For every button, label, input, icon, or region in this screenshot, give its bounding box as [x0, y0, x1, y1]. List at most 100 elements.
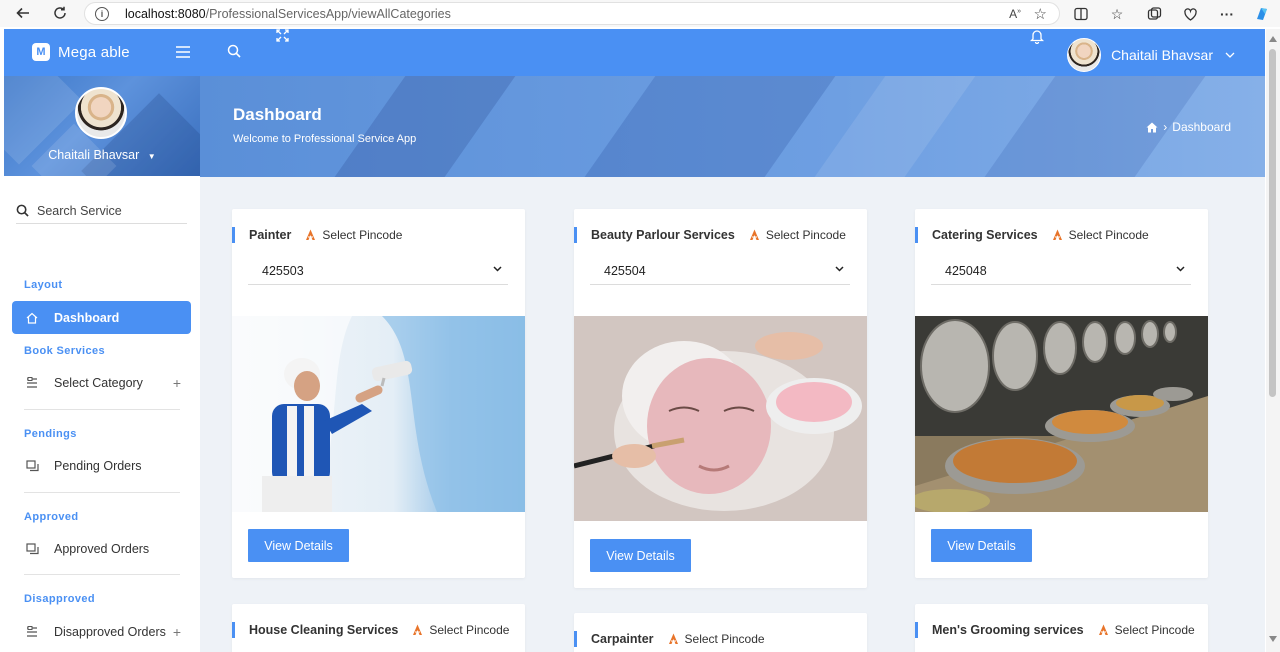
orders-icon: [26, 542, 42, 555]
sidebar-item-label: Approved Orders: [54, 541, 150, 556]
card-header: Men's Grooming services Select Pincode: [915, 622, 1208, 638]
expand-plus-icon[interactable]: +: [173, 375, 181, 391]
collections-icon[interactable]: [1144, 3, 1164, 25]
service-card-mens-grooming: Men's Grooming services Select Pincode: [915, 604, 1208, 652]
service-card-painter: Painter Select Pincode 425503 View Detai…: [232, 209, 525, 578]
divider: [24, 574, 180, 575]
sidebar-item-label: Pending Orders: [54, 458, 142, 473]
copilot-icon[interactable]: [1252, 3, 1272, 25]
search-icon[interactable]: [227, 44, 241, 58]
divider: [24, 492, 180, 493]
sidebar-avatar: [75, 87, 127, 139]
card-header: House Cleaning Services Select Pincode: [232, 622, 525, 638]
sidebar-item-approved-orders[interactable]: Approved Orders: [12, 532, 191, 565]
service-card-beauty-parlour: Beauty Parlour Services Select Pincode 4…: [574, 209, 867, 588]
card-header: Catering Services Select Pincode: [915, 227, 1208, 243]
section-caption-approved: Approved: [24, 511, 79, 523]
url-path: /ProfessionalServicesApp/viewAllCategori…: [205, 6, 451, 21]
list-icon: [26, 625, 42, 638]
sidebar: Chaitali Bhavsar ▼ Search Service Layout…: [4, 76, 200, 652]
pin-icon: [413, 624, 423, 635]
hamburger-menu-icon[interactable]: [176, 46, 190, 58]
view-details-button[interactable]: View Details: [248, 529, 349, 562]
favorites-icon[interactable]: ☆: [1107, 3, 1127, 25]
pincode-select[interactable]: 425504: [590, 257, 850, 285]
chevron-down-icon: [493, 266, 502, 272]
brand-name: Mega able: [58, 43, 130, 61]
sidebar-item-pending-orders[interactable]: Pending Orders: [12, 449, 191, 482]
page-title: Dashboard: [233, 105, 322, 124]
scrollbar-thumb[interactable]: [1269, 49, 1276, 397]
pincode-select[interactable]: 425048: [931, 257, 1191, 285]
more-options-icon[interactable]: ···: [1217, 3, 1237, 25]
refresh-icon[interactable]: [50, 3, 70, 23]
breadcrumb-dashboard[interactable]: Dashboard: [1172, 120, 1231, 134]
brand-logo-icon: M: [32, 43, 50, 61]
user-menu[interactable]: Chaitali Bhavsar: [1067, 38, 1235, 72]
search-service-label: Search Service: [37, 203, 122, 218]
sidebar-item-label: Dashboard: [54, 310, 120, 325]
brand[interactable]: M Mega able: [32, 43, 130, 61]
back-icon[interactable]: [13, 3, 33, 23]
card-title: House Cleaning Services: [249, 623, 399, 637]
address-bar[interactable]: i localhost:8080/ProfessionalServicesApp…: [84, 2, 1060, 25]
select-pincode-label: Select Pincode: [1068, 228, 1149, 242]
sidebar-item-dashboard[interactable]: Dashboard: [12, 301, 191, 334]
card-title: Beauty Parlour Services: [591, 228, 735, 242]
section-caption-layout: Layout: [24, 279, 63, 291]
top-navbar: M Mega able Chaitali Bhavsar: [4, 29, 1265, 76]
pincode-value: 425503: [262, 263, 304, 278]
view-details-button[interactable]: View Details: [590, 539, 691, 572]
select-pincode-label: Select Pincode: [684, 632, 765, 646]
user-name: Chaitali Bhavsar: [1111, 47, 1213, 63]
card-header: Carpainter Select Pincode: [574, 631, 867, 647]
select-pincode-label: Select Pincode: [429, 623, 510, 637]
scroll-down-icon[interactable]: [1269, 636, 1277, 642]
fullscreen-icon[interactable]: [276, 29, 289, 42]
card-title: Painter: [249, 228, 292, 242]
select-pincode-label: Select Pincode: [765, 228, 846, 242]
card-title: Men's Grooming services: [932, 623, 1084, 637]
sidebar-user-name: Chaitali Bhavsar: [48, 148, 140, 162]
split-screen-icon[interactable]: [1072, 3, 1090, 25]
service-card-carpainter: Carpainter Select Pincode: [574, 613, 867, 652]
browser-essentials-icon[interactable]: [1180, 3, 1200, 25]
browser-toolbar: i localhost:8080/ProfessionalServicesApp…: [0, 0, 1280, 27]
caret-down-icon: ▼: [147, 152, 156, 161]
pincode-value: 425504: [604, 263, 646, 278]
home-icon[interactable]: [1146, 122, 1158, 133]
divider: [24, 409, 180, 410]
card-header: Painter Select Pincode: [232, 227, 525, 243]
card-title: Catering Services: [932, 228, 1038, 242]
home-icon: [26, 312, 42, 324]
sidebar-item-select-category[interactable]: Select Category +: [12, 366, 191, 399]
chevron-down-icon: [1225, 52, 1235, 58]
favorite-star-icon[interactable]: ☆: [1034, 5, 1047, 23]
chevron-down-icon: [1176, 266, 1185, 272]
pincode-select[interactable]: 425503: [248, 257, 508, 285]
breadcrumb: › Dashboard: [1146, 120, 1231, 134]
pin-icon: [306, 229, 316, 240]
painter-image: [232, 316, 525, 512]
scroll-up-icon[interactable]: [1269, 36, 1277, 42]
pin-icon: [749, 229, 759, 240]
pin-icon: [1098, 624, 1108, 635]
search-service-input[interactable]: Search Service: [16, 198, 187, 224]
card-title: Carpainter: [591, 632, 654, 646]
site-info-icon[interactable]: i: [95, 6, 109, 21]
sidebar-item-disapproved-orders[interactable]: Disapproved Orders +: [12, 615, 191, 648]
select-pincode-label: Select Pincode: [322, 228, 403, 242]
section-caption-book-services: Book Services: [24, 345, 106, 357]
sidebar-user-menu[interactable]: Chaitali Bhavsar ▼: [4, 148, 200, 162]
pincode-value: 425048: [945, 263, 987, 278]
notification-bell-icon[interactable]: [1030, 29, 1044, 44]
read-aloud-icon[interactable]: A»: [1009, 7, 1021, 21]
page-subtitle: Welcome to Professional Service App: [233, 133, 417, 145]
card-header: Beauty Parlour Services Select Pincode: [574, 227, 867, 243]
section-caption-pendings: Pendings: [24, 428, 77, 440]
view-details-button[interactable]: View Details: [931, 529, 1032, 562]
app-window: M Mega able Chaitali Bhavsar Chaitali Bh…: [4, 29, 1265, 652]
page-scrollbar[interactable]: [1266, 29, 1280, 652]
service-card-catering: Catering Services Select Pincode 425048: [915, 209, 1208, 578]
expand-plus-icon[interactable]: +: [173, 624, 181, 640]
